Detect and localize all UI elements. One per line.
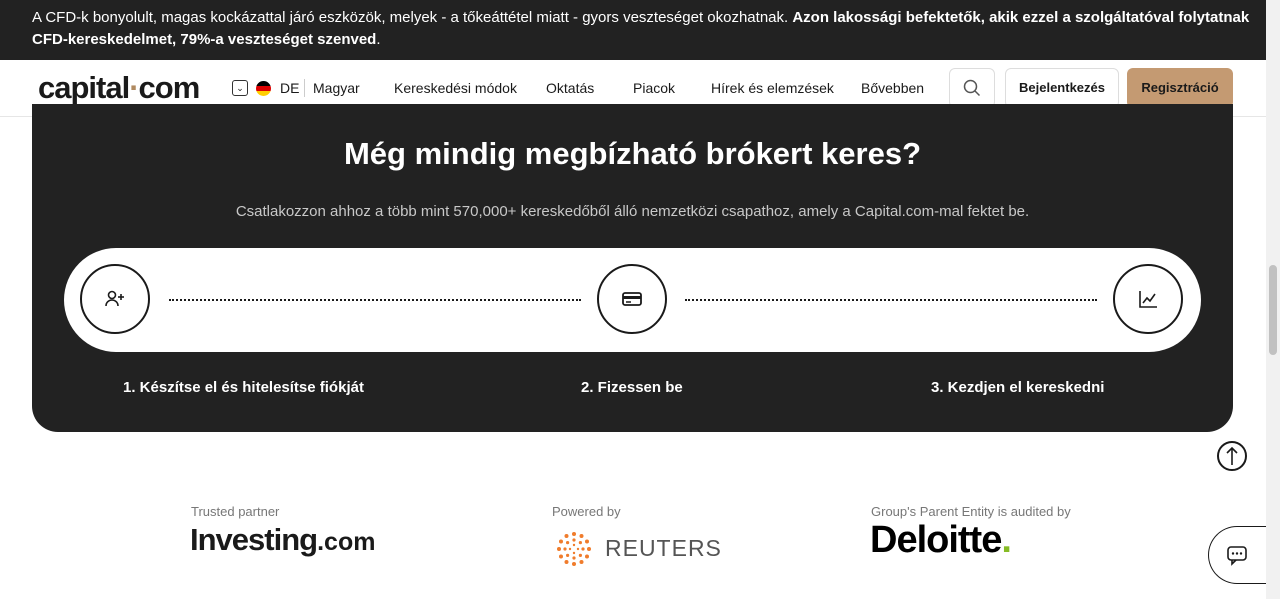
- investing-name: Investing: [190, 522, 318, 557]
- chart-line-icon: [1139, 291, 1157, 308]
- logo-text-right: com: [138, 70, 201, 105]
- step-1-circle: [80, 264, 150, 334]
- register-button[interactable]: Regisztráció: [1127, 68, 1233, 108]
- risk-warning-suffix: .: [376, 31, 381, 48]
- germany-flag-icon: [256, 81, 271, 96]
- investing-com-logo[interactable]: Investing.com: [190, 522, 375, 558]
- section-title: Még mindig megbízható brókert keres?: [343, 136, 922, 171]
- credit-card-icon: [622, 292, 642, 306]
- logo-text-left: capital: [38, 70, 130, 105]
- capital-com-logo[interactable]: capital·com: [38, 70, 201, 106]
- section-subtitle: Csatlakozzon ahhoz a több mint 570,000+ …: [235, 203, 1030, 220]
- investing-suffix: .com: [317, 528, 376, 556]
- step-connector-1: [169, 299, 581, 301]
- nav-item-education[interactable]: Oktatás: [546, 80, 594, 96]
- nav-item-more[interactable]: Bővebben: [861, 80, 924, 96]
- steps-progress-bar: [64, 248, 1201, 352]
- risk-warning-text: A CFD-k bonyolult, magas kockázattal jár…: [32, 9, 793, 26]
- nav-item-news-analysis[interactable]: Hírek és elemzések: [711, 80, 834, 96]
- nav-item-trading-modes[interactable]: Kereskedési módok: [394, 80, 517, 96]
- step-2-label: 2. Fizessen be: [581, 379, 683, 396]
- region-code[interactable]: DE: [280, 80, 299, 96]
- arrow-up-icon: [1226, 446, 1238, 465]
- step-2-circle: [597, 264, 667, 334]
- language-dropdown-toggle[interactable]: ⌄: [232, 80, 248, 96]
- search-icon: [963, 79, 981, 97]
- chat-icon: [1227, 546, 1247, 566]
- reuters-logo-icon: [557, 532, 591, 566]
- deloitte-caption: Group's Parent Entity is audited by: [871, 504, 1071, 519]
- login-button[interactable]: Bejelentkezés: [1005, 68, 1119, 108]
- find-broker-section: Még mindig megbízható brókert keres? Csa…: [32, 104, 1233, 432]
- language-name[interactable]: Magyar: [313, 80, 360, 96]
- search-button[interactable]: [949, 68, 995, 108]
- scroll-to-top-button[interactable]: [1217, 441, 1247, 471]
- risk-warning-banner: A CFD-k bonyolult, magas kockázattal jár…: [0, 0, 1266, 60]
- deloitte-logo[interactable]: Deloitte.: [870, 519, 1012, 562]
- chat-button[interactable]: [1208, 526, 1272, 584]
- step-1-label: 1. Készítse el és hitelesítse fiókját: [123, 379, 364, 396]
- reuters-caption: Powered by: [552, 504, 621, 519]
- step-3-circle: [1113, 264, 1183, 334]
- add-user-icon: [105, 290, 124, 307]
- investing-caption: Trusted partner: [191, 504, 280, 519]
- logo-dot: ·: [129, 70, 139, 105]
- deloitte-name: Deloitte: [870, 519, 1002, 561]
- page-scrollbar[interactable]: [1266, 0, 1280, 599]
- nav-item-markets[interactable]: Piacok: [633, 80, 675, 96]
- step-3-label: 3. Kezdjen el kereskedni: [931, 379, 1105, 396]
- language-separator: [304, 79, 305, 97]
- deloitte-dot: .: [1001, 519, 1012, 561]
- reuters-wordmark: REUTERS: [605, 535, 722, 561]
- step-connector-2: [685, 299, 1097, 301]
- scrollbar-thumb[interactable]: [1269, 265, 1277, 355]
